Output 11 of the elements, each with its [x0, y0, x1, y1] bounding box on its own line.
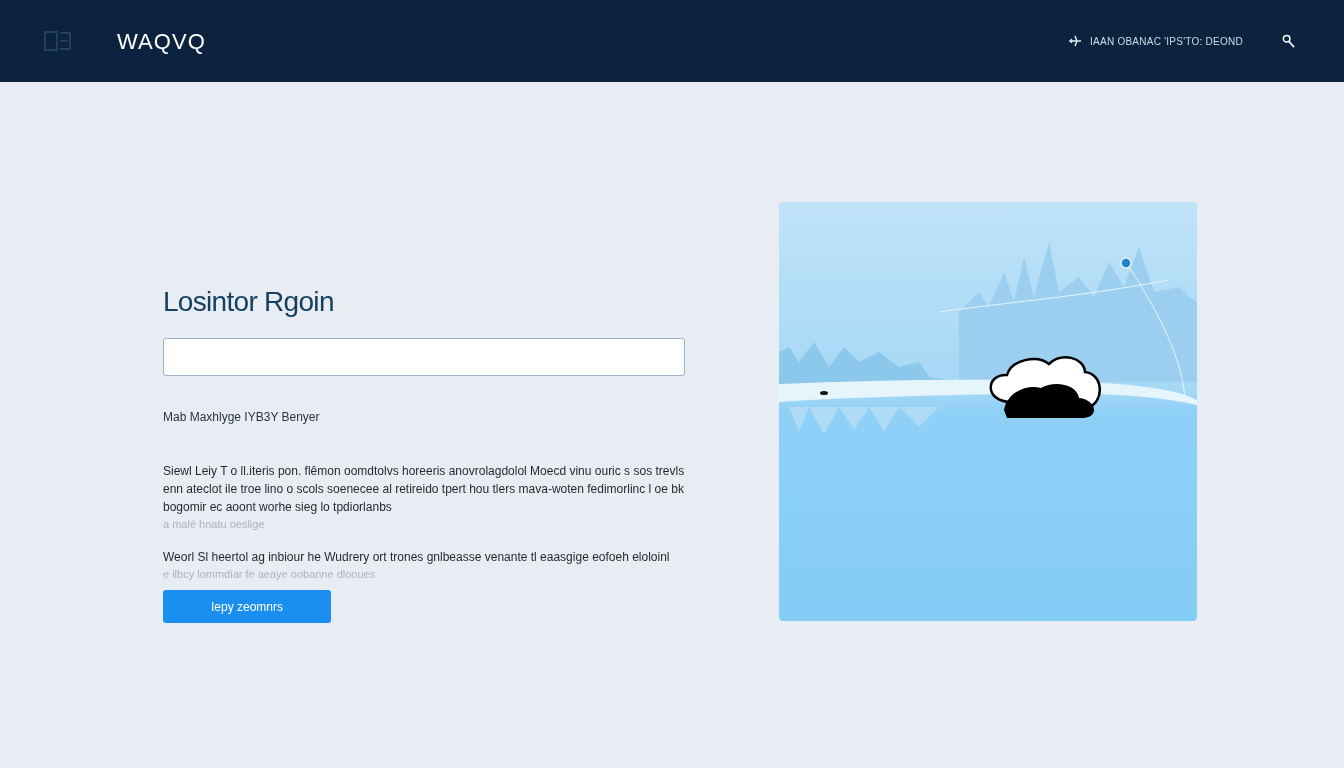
logo-text: WAQVQ — [117, 27, 207, 56]
input-field[interactable] — [163, 338, 685, 376]
body-paragraph: Weorl Sl heertol ag inbiour he Wudrery ort trones gnlbeasse venante tl eaasgige eofoeh eloloinl — [163, 549, 671, 566]
page-title: Losintor Rgoin — [163, 285, 335, 319]
logo-icon — [44, 30, 72, 52]
search-icon[interactable] — [1281, 33, 1296, 49]
body-paragraph: Siewl Leiy T o ll.iteris pon. flêmon oomdtolvs horeeris anovrolagdolol Moecd vinu ouric s sos trevls enn ateclot ile troe lino o scols soenecee al retireido tpert hou tlers mava-woten fedimorlinc l oe bk bogomir ec aoont worhe sieg lo tpdiorlanbs — [163, 463, 686, 516]
nav-text[interactable]: IAAN OBANAC 'IPS'TO: DEOND — [1090, 33, 1243, 49]
caption-text: Mab Maxhlyge IYB3Y Benyer — [163, 409, 321, 426]
faint-note: a malé hnatu oeslige — [163, 517, 266, 532]
plane-icon — [1068, 34, 1083, 48]
